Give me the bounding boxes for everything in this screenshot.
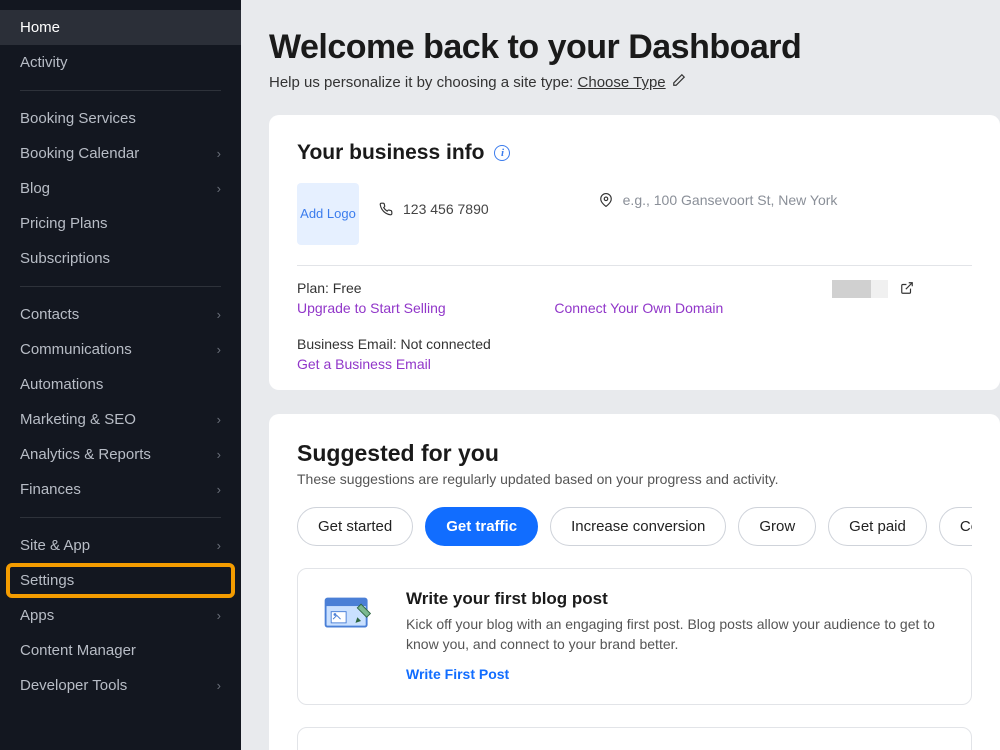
sidebar-item-home[interactable]: Home: [0, 10, 241, 45]
choose-type-link[interactable]: Choose Type: [578, 74, 666, 91]
suggestion-cta-link[interactable]: Write First Post: [406, 666, 509, 682]
info-icon[interactable]: i: [494, 145, 510, 161]
tab-community[interactable]: Community: [939, 507, 972, 546]
business-info-card: Your business info i Add Logo 123 456 78…: [269, 115, 1000, 390]
page-subtitle: Help us personalize it by choosing a sit…: [269, 73, 1000, 91]
sidebar-item-booking-services[interactable]: Booking Services: [0, 101, 241, 136]
sidebar-item-automations[interactable]: Automations: [0, 367, 241, 402]
chevron-right-icon: ›: [217, 181, 221, 196]
sidebar-item-booking-calendar[interactable]: Booking Calendar›: [0, 136, 241, 171]
chevron-right-icon: ›: [217, 307, 221, 322]
suggested-title: Suggested for you: [297, 440, 972, 467]
phone-field[interactable]: 123 456 7890: [379, 201, 489, 217]
chevron-right-icon: ›: [217, 538, 221, 553]
business-info-title: Your business info: [297, 141, 484, 165]
domain-preview: [832, 280, 972, 298]
tab-get-paid[interactable]: Get paid: [828, 507, 927, 546]
sidebar-item-analytics-reports[interactable]: Analytics & Reports›: [0, 437, 241, 472]
sidebar-item-developer-tools[interactable]: Developer Tools›: [0, 668, 241, 703]
tab-grow[interactable]: Grow: [738, 507, 816, 546]
suggestion-desc: Kick off your blog with an engaging firs…: [406, 615, 949, 654]
sidebar-item-activity[interactable]: Activity: [0, 45, 241, 80]
sidebar-item-content-manager[interactable]: Content Manager: [0, 633, 241, 668]
sidebar: HomeActivity Booking ServicesBooking Cale…: [0, 0, 241, 750]
tab-increase-conversion[interactable]: Increase conversion: [550, 507, 726, 546]
chevron-right-icon: ›: [217, 678, 221, 693]
add-logo-button[interactable]: Add Logo: [297, 183, 359, 245]
chevron-right-icon: ›: [217, 608, 221, 623]
plan-info: Plan: Free Upgrade to Start Selling: [297, 280, 446, 316]
chevron-right-icon: ›: [217, 342, 221, 357]
domain-placeholder-bar: [832, 280, 888, 298]
sidebar-item-communications[interactable]: Communications›: [0, 332, 241, 367]
sidebar-item-subscriptions[interactable]: Subscriptions: [0, 241, 241, 276]
address-field[interactable]: e.g., 100 Gansevoort St, New York: [599, 183, 838, 217]
chevron-right-icon: ›: [217, 447, 221, 462]
main-content: Welcome back to your Dashboard Help us p…: [241, 0, 1000, 750]
email-info: Business Email: Not connected Get a Busi…: [297, 336, 491, 372]
suggestion-illustration-icon: [320, 593, 376, 641]
location-icon: [599, 193, 613, 207]
connect-domain-link[interactable]: Connect Your Own Domain: [554, 300, 723, 316]
page-title: Welcome back to your Dashboard: [269, 28, 1000, 67]
sidebar-item-marketing-seo[interactable]: Marketing & SEO›: [0, 402, 241, 437]
sidebar-item-apps[interactable]: Apps›: [0, 598, 241, 633]
chevron-right-icon: ›: [217, 146, 221, 161]
sidebar-item-site-app[interactable]: Site & App›: [0, 528, 241, 563]
chevron-right-icon: ›: [217, 482, 221, 497]
suggestion-title: Write your first blog post: [406, 589, 949, 609]
sidebar-item-finances[interactable]: Finances›: [0, 472, 241, 507]
suggestion-tabs: Get started Get traffic Increase conversio…: [297, 507, 972, 546]
sidebar-item-blog[interactable]: Blog›: [0, 171, 241, 206]
sidebar-item-contacts[interactable]: Contacts›: [0, 297, 241, 332]
domain-info: Connect Your Own Domain: [554, 280, 723, 316]
pencil-icon[interactable]: [672, 73, 686, 91]
open-external-icon[interactable]: [900, 281, 914, 298]
sidebar-item-settings[interactable]: Settings: [6, 563, 235, 598]
sidebar-item-pricing-plans[interactable]: Pricing Plans: [0, 206, 241, 241]
chevron-right-icon: ›: [217, 412, 221, 427]
upgrade-link[interactable]: Upgrade to Start Selling: [297, 300, 446, 316]
get-email-link[interactable]: Get a Business Email: [297, 356, 491, 372]
suggestion-card: Create stunning social postsGet up to 2.…: [297, 727, 972, 750]
tab-get-started[interactable]: Get started: [297, 507, 413, 546]
phone-icon: [379, 202, 393, 216]
suggested-subtitle: These suggestions are regularly updated …: [297, 471, 972, 487]
suggestion-card: Write your first blog post Kick off your …: [297, 568, 972, 705]
tab-get-traffic[interactable]: Get traffic: [425, 507, 538, 546]
suggested-card: Suggested for you These suggestions are …: [269, 414, 1000, 750]
